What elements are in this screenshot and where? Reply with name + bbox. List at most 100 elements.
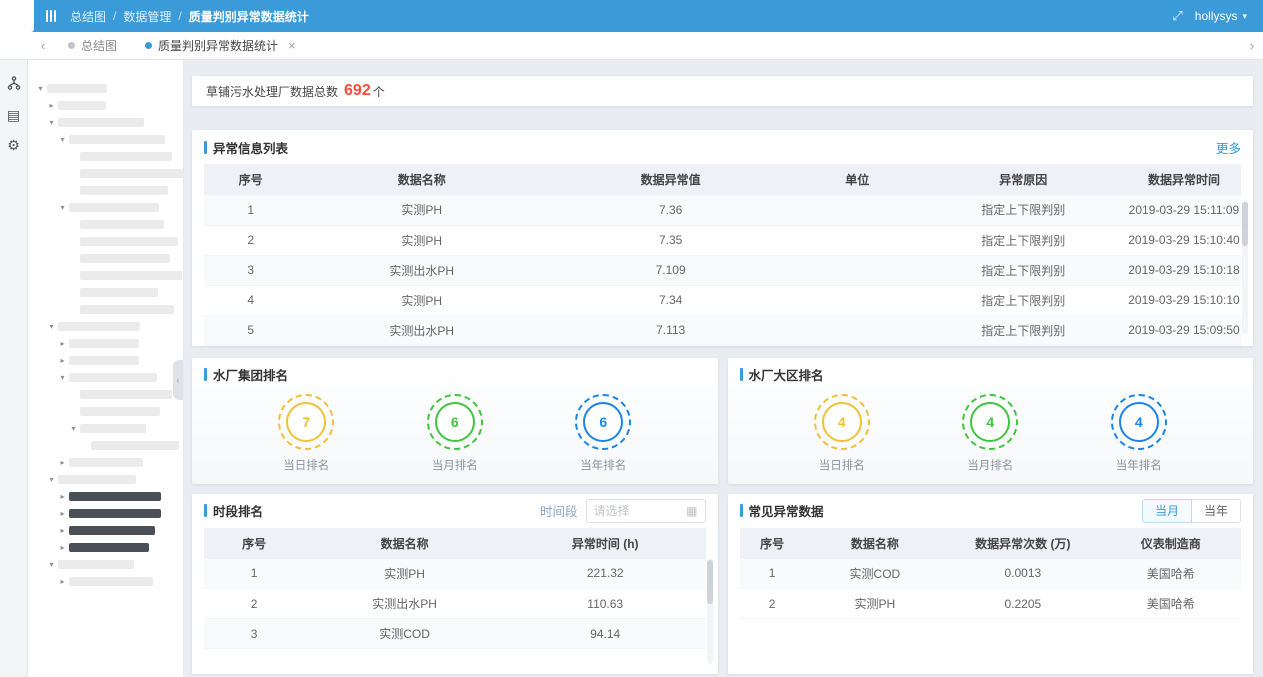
tree-item[interactable]: ▸: [28, 522, 183, 539]
chevron-down-icon[interactable]: ▾: [67, 424, 80, 433]
sidebar-collapse-handle[interactable]: ‹: [173, 360, 183, 400]
table-cell: 指定上下限判别: [920, 315, 1127, 345]
settings-gear-icon[interactable]: ⚙: [7, 138, 20, 152]
chevron-right-icon[interactable]: ▸: [56, 543, 69, 552]
tree-item[interactable]: [28, 148, 183, 165]
tree-item[interactable]: ▸: [28, 97, 183, 114]
table-cell: 实测出水PH: [297, 315, 546, 345]
tree-item[interactable]: ▾: [28, 556, 183, 573]
calendar-icon[interactable]: ▦: [686, 504, 697, 518]
column-header: 异常时间 (h): [505, 528, 706, 559]
section-title-row: 异常信息列表 更多: [192, 130, 1253, 164]
scrollbar-thumb[interactable]: [707, 560, 713, 604]
tab-active[interactable]: 质量判别异常数据统计×: [131, 32, 310, 59]
tab-scroll-left-icon[interactable]: ‹: [32, 38, 54, 53]
chevron-down-icon[interactable]: ▾: [45, 322, 58, 331]
table-row: 2实测出水PH110.63: [204, 589, 706, 619]
table-cell: 4: [204, 285, 297, 315]
tree-item[interactable]: [28, 165, 183, 182]
username: hollysys: [1195, 9, 1238, 23]
scrollbar-track[interactable]: [1242, 200, 1248, 334]
tree-item[interactable]: ▾: [28, 114, 183, 131]
table-cell: 指定上下限判别: [920, 195, 1127, 225]
table-cell: 2019-03-29 15:09:50: [1127, 315, 1241, 345]
column-header: 单位: [795, 164, 919, 195]
chevron-down-icon[interactable]: ▾: [34, 84, 47, 93]
tab-item[interactable]: 总结图: [54, 32, 131, 59]
section-title-row: 水厂集团排名: [192, 358, 718, 392]
table-cell: 94.14: [505, 619, 706, 649]
table-header-row: 序号数据名称异常时间 (h): [204, 528, 706, 559]
breadcrumb-item[interactable]: 总结图: [70, 8, 106, 25]
chevron-down-icon[interactable]: ▾: [56, 203, 69, 212]
year-button[interactable]: 当年: [1191, 499, 1241, 523]
tree-item[interactable]: ▸: [28, 539, 183, 556]
chevron-right-icon[interactable]: ▸: [45, 101, 58, 110]
tree-item[interactable]: ▾: [28, 199, 183, 216]
user-menu[interactable]: hollysys ▾: [1195, 9, 1247, 23]
chevron-right-icon[interactable]: ▸: [56, 458, 69, 467]
column-header: 数据异常次数 (万): [945, 528, 1100, 559]
chevron-down-icon[interactable]: ▾: [45, 475, 58, 484]
tree-item[interactable]: [28, 301, 183, 318]
chevron-down-icon[interactable]: ▾: [45, 118, 58, 127]
chevron-right-icon[interactable]: ▸: [56, 577, 69, 586]
chevron-down-icon[interactable]: ▾: [56, 373, 69, 382]
tree-item[interactable]: ▸: [28, 573, 183, 590]
tree-item[interactable]: ▾: [28, 420, 183, 437]
tree-item[interactable]: [28, 284, 183, 301]
tree-item[interactable]: ▸: [28, 335, 183, 352]
tree-item[interactable]: [28, 403, 183, 420]
date-input[interactable]: [594, 504, 687, 518]
table-cell: 指定上下限判别: [920, 225, 1127, 255]
tree-item[interactable]: [28, 386, 183, 403]
table-cell: 7.36: [546, 195, 795, 225]
table-cell: 0.2205: [945, 589, 1100, 619]
redacted-tree-label: [69, 356, 139, 365]
scrollbar-thumb[interactable]: [1242, 202, 1248, 246]
chevron-right-icon[interactable]: ▸: [56, 526, 69, 535]
table-row: 1实测PH221.32: [204, 559, 706, 589]
flow-tree-icon[interactable]: [7, 76, 21, 92]
chevron-down-icon[interactable]: ▾: [45, 560, 58, 569]
tree-item[interactable]: [28, 216, 183, 233]
chevron-right-icon[interactable]: ▸: [56, 339, 69, 348]
chevron-right-icon[interactable]: ▸: [56, 492, 69, 501]
fullscreen-icon[interactable]: ⤢: [1172, 8, 1182, 24]
rank-circle-outer: 7: [278, 394, 334, 450]
more-link[interactable]: 更多: [1216, 138, 1241, 157]
scrollbar-track[interactable]: [707, 558, 713, 664]
tree-item[interactable]: ▾: [28, 471, 183, 488]
breadcrumb-item[interactable]: 数据管理: [123, 8, 171, 25]
tree-item[interactable]: [28, 182, 183, 199]
app-logo: [0, 0, 34, 32]
menu-toggle-icon[interactable]: [46, 10, 56, 22]
column-header: 异常原因: [920, 164, 1127, 195]
tree-item[interactable]: ▾: [28, 80, 183, 97]
tree-item[interactable]: [28, 267, 183, 284]
date-picker[interactable]: ▦: [586, 499, 706, 523]
tree-item[interactable]: [28, 233, 183, 250]
month-button[interactable]: 当月: [1142, 499, 1192, 523]
chevron-right-icon[interactable]: ▸: [56, 356, 69, 365]
chevron-right-icon[interactable]: ▸: [56, 509, 69, 518]
tree-item[interactable]: [28, 250, 183, 267]
tree-item[interactable]: ▾: [28, 369, 183, 386]
tab-close-icon[interactable]: ×: [288, 38, 296, 53]
tree-item[interactable]: ▾: [28, 318, 183, 335]
tab-scroll-right-icon[interactable]: ›: [1241, 38, 1263, 53]
tree-item[interactable]: [28, 437, 183, 454]
tree-item[interactable]: ▸: [28, 488, 183, 505]
tree-item[interactable]: ▸: [28, 505, 183, 522]
tree-item[interactable]: ▸: [28, 454, 183, 471]
tree-item[interactable]: ▾: [28, 131, 183, 148]
document-list-icon[interactable]: ▤: [7, 108, 20, 122]
table-cell: 3: [204, 619, 304, 649]
chevron-down-icon[interactable]: ▾: [56, 135, 69, 144]
table-cell: 2019-03-29 15:10:10: [1127, 285, 1241, 315]
breadcrumb-item[interactable]: 质量判别异常数据统计: [189, 8, 309, 25]
rank-value: 4: [822, 402, 862, 442]
table-row: 3实测出水PH7.109指定上下限判别2019-03-29 15:10:18: [204, 255, 1241, 285]
tree-item[interactable]: ▸: [28, 352, 183, 369]
column-header: 序号: [740, 528, 805, 559]
